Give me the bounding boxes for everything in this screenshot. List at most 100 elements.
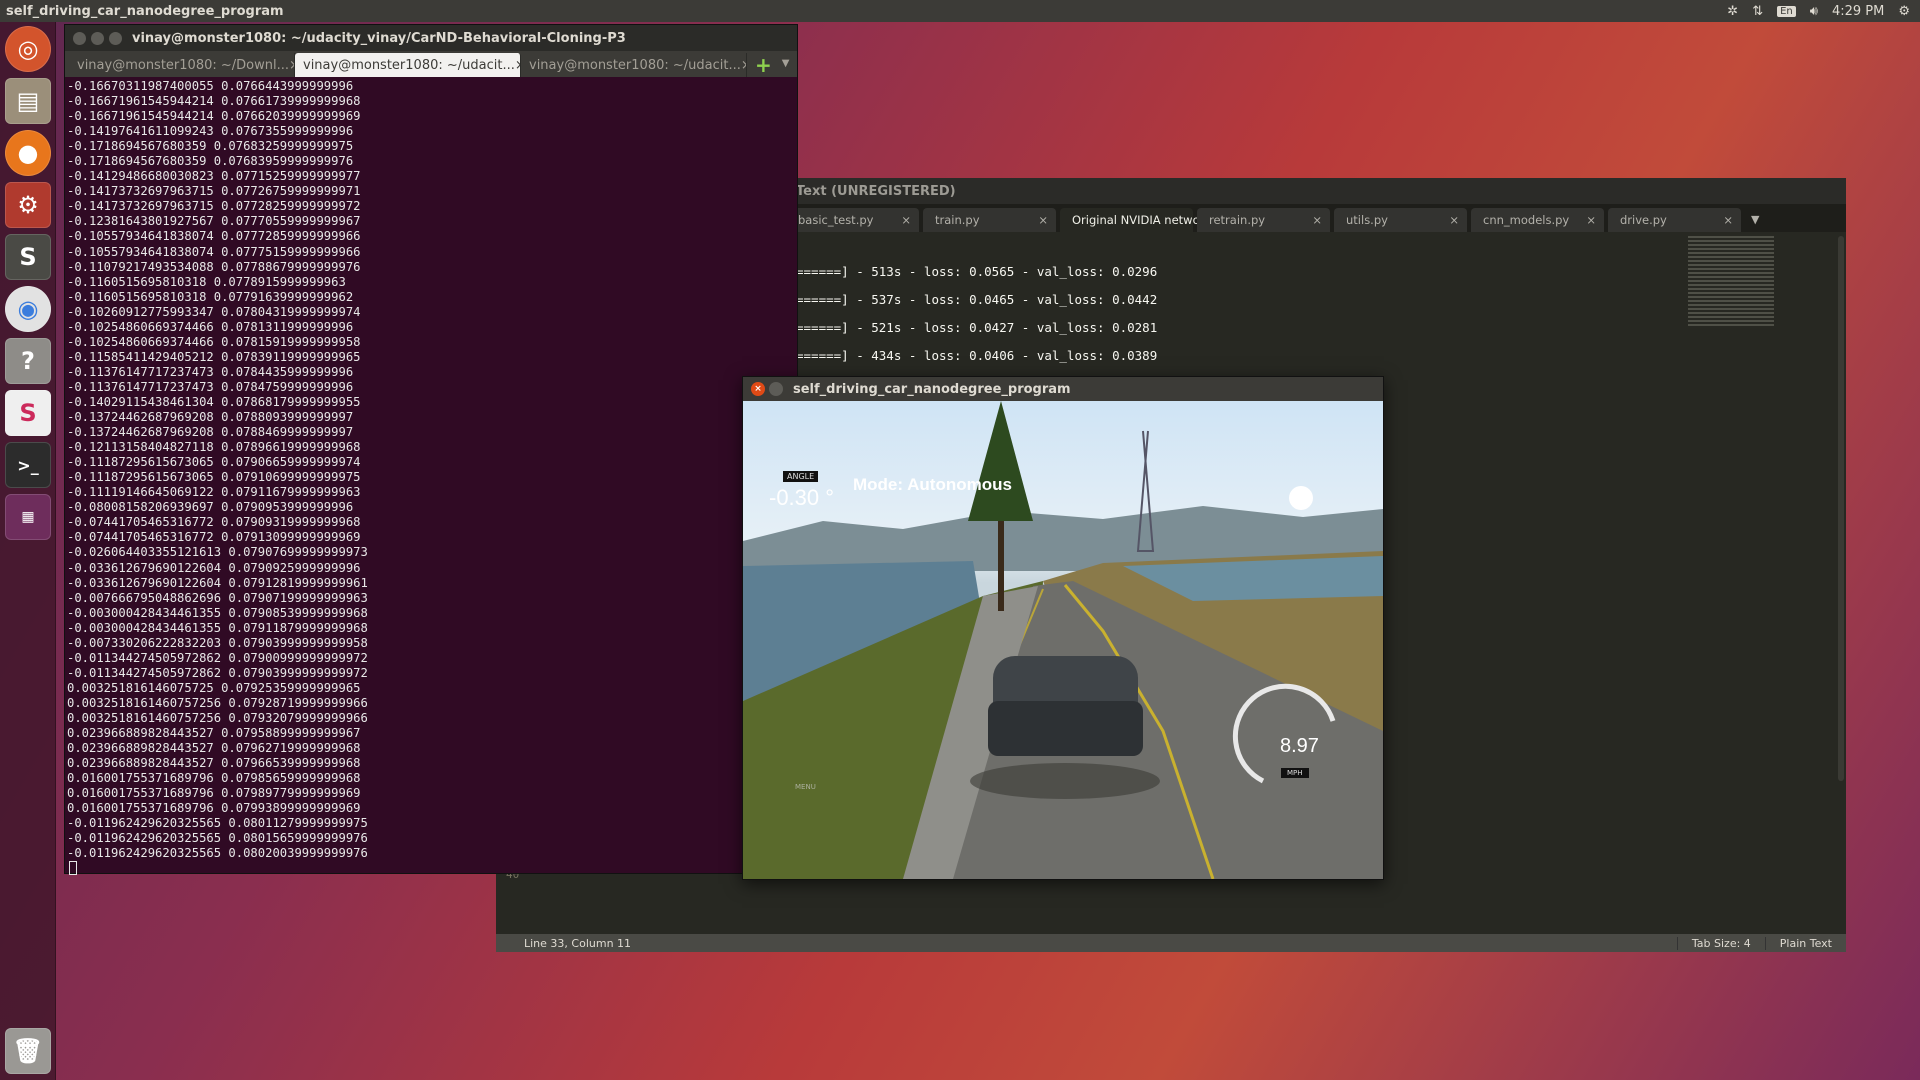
terminal-output[interactable]: -0.16670311987400055 0.0766443999999996-… [65, 77, 797, 879]
terminal-line: -0.14129486680030823 0.07715259999999977 [67, 169, 361, 184]
sublime-title: Text (UNREGISTERED) [796, 183, 956, 199]
tab-close-icon[interactable]: × [1038, 213, 1048, 227]
files-icon[interactable]: ▤ [5, 78, 51, 124]
terminal-line: -0.12113158404827118 0.07896619999999968 [67, 440, 361, 455]
minimize-icon[interactable] [769, 382, 783, 396]
terminal-line: 0.016001755371689796 0.07989779999999969 [67, 786, 361, 801]
tab-close-icon[interactable]: × [1312, 213, 1322, 227]
tab-close-icon[interactable]: × [901, 213, 911, 227]
terminal-line: -0.11376147717237473 0.0784435999999996 [67, 364, 354, 379]
terminal-tab-1[interactable]: vinay@monster1080: ~/Downl...× [69, 53, 295, 77]
car-shadow [970, 763, 1160, 799]
chrome-icon[interactable]: ◉ [5, 286, 51, 332]
angle-label: ANGLE [783, 471, 819, 482]
terminal-line: -0.007666795048862696 0.0790719999999996… [67, 590, 368, 605]
workspace-switcher-icon[interactable]: ▦ [5, 494, 51, 540]
settings-gear-icon[interactable]: ✲ [1727, 4, 1738, 19]
terminal-line: -0.10557934641838074 0.07775159999999966 [67, 244, 361, 259]
tab-close-icon[interactable]: × [1449, 213, 1459, 227]
terminal-line: -0.14173732697963715 0.07728259999999972 [67, 199, 361, 214]
close-icon[interactable]: × [751, 382, 765, 396]
new-tab-plus-icon[interactable]: + [747, 53, 772, 77]
terminal-line: -0.11119146645069122 0.07911679999999963 [67, 485, 361, 500]
terminal-line: -0.14029115438461304 0.07868179999999955 [67, 394, 361, 409]
tab-close-icon[interactable]: × [1723, 213, 1733, 227]
menu-hint[interactable]: MENU [795, 783, 816, 791]
terminal-line: 0.023966889828443527 0.07962719999999968 [67, 741, 361, 756]
terminal-line: -0.011962429620325565 0.0801565999999997… [67, 831, 368, 846]
simulator-title: self_driving_car_nanodegree_program [793, 381, 1071, 397]
unity-launcher: ◎ ▤ ● ⚙ S ◉ ? S >_ ▦ 🗑︎ [0, 22, 56, 1080]
volume-icon[interactable]: 🔊︎ [1810, 4, 1818, 19]
driving-scene [743, 401, 1383, 879]
help-icon[interactable]: ? [5, 338, 51, 384]
top-panel: self_driving_car_nanodegree_program ✲ ⇅ … [0, 0, 1920, 22]
drive-mode: Mode: Autonomous [853, 475, 1012, 494]
trash-icon[interactable]: 🗑︎ [5, 1028, 51, 1074]
editor-text[interactable]: ======] - 513s - loss: 0.0565 - val_loss… [796, 258, 1157, 370]
terminal-line: -0.003000428434461355 0.0791187999999996… [67, 620, 368, 635]
speed-unit: MPH [1281, 768, 1309, 778]
indicator-area: ✲ ⇅ En 🔊︎ 4:29 PM ⚙ [1727, 0, 1920, 22]
terminal-line: -0.026064403355121613 0.0790769999999997… [67, 545, 368, 560]
terminal-icon[interactable]: >_ [5, 442, 51, 488]
terminal-line: -0.011962429620325565 0.0802003999999997… [67, 846, 368, 861]
tab-close-icon[interactable]: × [1586, 213, 1596, 227]
terminal-tab-2[interactable]: vinay@monster1080: ~/udacit...× [295, 53, 521, 77]
terminal-line: -0.1160515695810318 0.0778915999999963 [67, 274, 346, 289]
terminal-line: -0.14173732697963715 0.07726759999999971 [67, 184, 361, 199]
system-settings-icon[interactable]: ⚙ [5, 182, 51, 228]
terminal-line: -0.12381643801927567 0.07770559999999967 [67, 214, 361, 229]
minimize-icon[interactable] [91, 31, 104, 45]
close-icon[interactable] [73, 31, 86, 45]
network-arrows-icon[interactable]: ⇅ [1752, 4, 1763, 19]
terminal-tab-3[interactable]: vinay@monster1080: ~/udacit...× [521, 53, 747, 77]
terminal-line: -0.007330206222832203 0.0790399999999995… [67, 635, 368, 650]
simulator-titlebar[interactable]: × self_driving_car_nanodegree_program [743, 377, 1383, 401]
sublime-tab-basic-test[interactable]: basic_test.py × [786, 208, 919, 232]
code-line: ======] - 537s - loss: 0.0465 - val_loss… [796, 292, 1158, 307]
tab-overflow-chevron-icon[interactable]: ▼ [1745, 213, 1765, 232]
status-syntax[interactable]: Plain Text [1764, 936, 1846, 950]
firefox-icon[interactable]: ● [5, 130, 51, 176]
terminal-line: -0.16671961545944214 0.07661739999999968 [67, 94, 361, 109]
sublime-text-icon[interactable]: S [5, 234, 51, 280]
code-line: ======] - 521s - loss: 0.0427 - val_loss… [796, 320, 1158, 335]
status-tab-size[interactable]: Tab Size: 4 [1676, 936, 1765, 950]
terminal-line: -0.10260912775993347 0.07804319999999974 [67, 304, 361, 319]
minimap[interactable] [1688, 236, 1774, 326]
tree-canopy [968, 401, 1033, 521]
terminal-line: -0.10557934641838074 0.07772859999999966 [67, 229, 361, 244]
tab-menu-chevron-icon[interactable]: ▼ [772, 58, 790, 77]
terminal-line: 0.016001755371689796 0.07985659999999968 [67, 771, 361, 786]
car-rear [988, 701, 1143, 756]
sublime-tab-retrain[interactable]: retrain.py × [1197, 208, 1330, 232]
ubuntu-dash-icon[interactable]: ◎ [5, 26, 51, 72]
sublime-tab-original-nvidia[interactable]: Original NVIDIA netwoek● [1060, 208, 1223, 232]
sublime-tab-cnn-models[interactable]: cnn_models.py × [1471, 208, 1604, 232]
terminal-line: -0.011962429620325565 0.0801127999999997… [67, 816, 368, 831]
simulator-viewport[interactable]: ANGLE -0.30 ° Mode: Autonomous 8.97 MPH … [743, 401, 1383, 879]
slack-icon[interactable]: S [5, 390, 51, 436]
terminal-line: -0.1160515695810318 0.07791639999999962 [67, 289, 354, 304]
power-gear-icon[interactable]: ⚙ [1898, 4, 1910, 19]
terminal-line: -0.033612679690122604 0.0791281999999996… [67, 575, 368, 590]
terminal-line: -0.033612679690122604 0.0790925999999996 [67, 560, 361, 575]
vertical-scrollbar[interactable] [1838, 236, 1844, 781]
keyboard-layout-indicator[interactable]: En [1777, 5, 1796, 17]
terminal-titlebar[interactable]: vinay@monster1080: ~/udacity_vinay/CarND… [65, 25, 797, 51]
terminal-line: -0.10254860669374466 0.07815919999999958 [67, 334, 361, 349]
clock[interactable]: 4:29 PM [1832, 4, 1884, 19]
terminal-line: -0.13724462687969208 0.0788093999999997 [67, 410, 354, 425]
terminal-window: vinay@monster1080: ~/udacity_vinay/CarND… [64, 24, 798, 876]
sun [1289, 486, 1313, 510]
terminal-line: -0.011344274505972862 0.0790399999999997… [67, 665, 368, 680]
code-line: ======] - 434s - loss: 0.0406 - val_loss… [796, 348, 1158, 363]
sublime-tab-utils[interactable]: utils.py × [1334, 208, 1467, 232]
sublime-tab-train[interactable]: train.py × [923, 208, 1056, 232]
maximize-icon[interactable] [109, 31, 122, 45]
active-app-title: self_driving_car_nanodegree_program [6, 3, 284, 19]
terminal-line: -0.07441705465316772 0.07913099999999969 [67, 530, 361, 545]
terminal-line: -0.13724462687969208 0.0788469999999997 [67, 425, 354, 440]
sublime-tab-drive[interactable]: drive.py × [1608, 208, 1741, 232]
